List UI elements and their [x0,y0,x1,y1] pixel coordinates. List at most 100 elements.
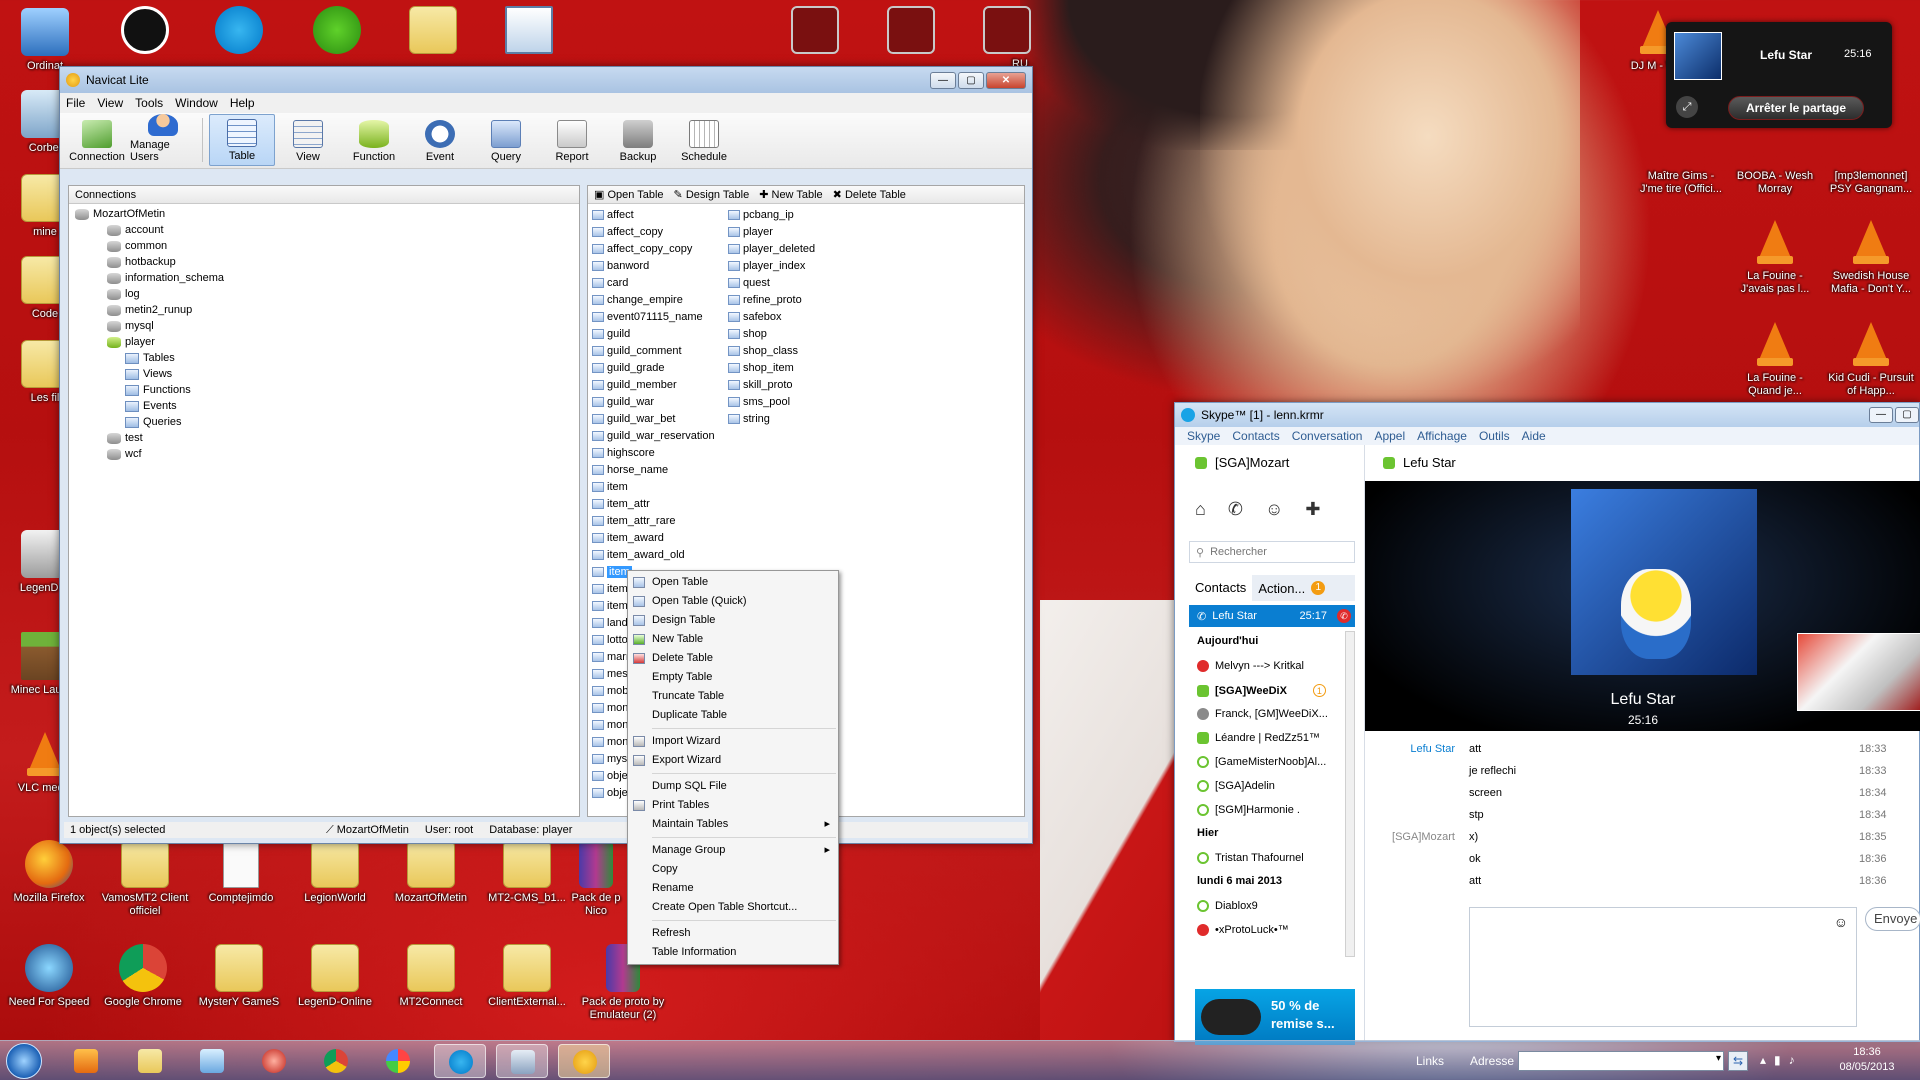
toolbar-manage-users-button[interactable]: Manage Users [130,114,196,166]
table-item[interactable]: obje [592,769,628,783]
tree-database[interactable]: metin2_runup [107,304,192,316]
desktop-icon-metin2[interactable] [866,6,956,58]
menu-item-rename[interactable]: Rename [628,879,838,898]
tray-arrow-icon[interactable]: ▴ [1760,1053,1766,1067]
menu-item-manage-group[interactable]: Manage Group [628,841,838,860]
contact-item[interactable]: [SGM]Harmonie . [1197,804,1300,816]
tab-contacts[interactable]: Contacts [1189,575,1253,601]
skype-titlebar[interactable]: Skype™ [1] - lenn.krmr — ▢ [1175,403,1919,427]
table-item[interactable]: guild_member [592,378,677,392]
tree-database[interactable]: information_schema [107,272,224,284]
contact-item[interactable]: [GameMisterNoob]Al... [1197,756,1326,768]
menu-item-open-table-quick[interactable]: Open Table (Quick) [628,592,838,611]
toolbar-function-button[interactable]: Function [341,114,407,166]
desktop-icon-fouine2[interactable]: La Fouine - Quand je... [1730,320,1820,398]
menu-item-open-table[interactable]: Open Table [628,573,838,592]
skype-maximize-button[interactable]: ▢ [1895,407,1919,423]
table-item[interactable]: lotto [592,633,628,647]
tree-object-folder[interactable]: Queries [125,416,182,428]
table-item[interactable]: item_award [592,531,664,545]
desktop-icon-window[interactable] [484,6,574,58]
desktop-icon-metin3[interactable] [962,6,1052,58]
group-icon[interactable]: ☺ [1265,499,1283,520]
table-item[interactable]: item [592,599,628,613]
tree-database[interactable]: common [107,240,167,252]
desktop-icon-booba[interactable]: BOOBA - Wesh Morray [1730,118,1820,196]
desktop-icon-legionworld[interactable]: LegionWorld [290,840,380,905]
desktop-icon-skype[interactable] [194,6,284,58]
hangup-icon[interactable]: ✆ [1337,609,1351,623]
desktop-icon-chrome[interactable]: Google Chrome [98,944,188,1009]
table-item[interactable]: event071115_name [592,310,703,324]
toolbar-schedule-button[interactable]: Schedule [671,114,737,166]
toolbar-table-button[interactable]: Table [209,114,275,166]
menu-item-design-table[interactable]: Design Table [628,611,838,630]
table-item[interactable]: banword [592,259,649,273]
contact-item[interactable]: Melvyn ---> Kritkal [1197,660,1304,672]
table-item[interactable]: mon [592,735,628,749]
new-table-action[interactable]: ✚ New Table [759,186,822,204]
desktop-icon-psy[interactable]: [mp3lemonnet] PSY Gangnam... [1826,118,1916,196]
maximize-button[interactable]: ▢ [958,71,984,89]
table-item[interactable]: item [592,565,632,579]
table-item[interactable]: card [592,276,628,290]
contact-item[interactable]: [SGA]WeeDiX 1 [1197,684,1326,697]
desktop-icon-comptejimdo[interactable]: Comptejimdo [196,840,286,905]
skype-ad[interactable]: 50 % de remise s... [1195,989,1355,1045]
table-item[interactable]: item_attr [592,497,650,511]
search-input[interactable] [1210,546,1341,558]
table-item[interactable]: sms_pool [728,395,790,409]
tab-actions[interactable]: Action... [1252,581,1311,596]
table-item[interactable]: refine_proto [728,293,802,307]
contact-scrollbar[interactable] [1345,631,1355,957]
menu-item-refresh[interactable]: Refresh [628,924,838,943]
skype-menu-skype[interactable]: Skype [1187,427,1220,445]
taskbar-media-player[interactable] [60,1044,112,1078]
table-item[interactable]: string [728,412,770,426]
menu-item-maintain-tables[interactable]: Maintain Tables [628,815,838,834]
table-item[interactable]: land [592,616,628,630]
clock[interactable]: 18:36 08/05/2013 [1832,1045,1902,1075]
home-icon[interactable]: ⌂ [1195,499,1206,520]
add-contact-icon[interactable]: ✚ [1305,499,1320,520]
table-item[interactable]: player_index [728,259,805,273]
table-item[interactable]: guild [592,327,630,341]
stop-sharing-button[interactable]: Arrêter le partage [1728,96,1864,120]
table-item[interactable]: item [592,480,628,494]
table-item[interactable]: affect [592,208,634,222]
menu-item-new-table[interactable]: New Table [628,630,838,649]
menu-help[interactable]: Help [230,96,255,110]
desktop-icon-clientexternal[interactable]: ClientExternal... [482,944,572,1009]
taskbar-explorer[interactable] [124,1044,176,1078]
go-icon[interactable]: ⇆ [1728,1051,1748,1071]
menu-item-copy[interactable]: Copy [628,860,838,879]
table-item[interactable]: highscore [592,446,655,460]
desktop-icon-kidcudi[interactable]: Kid Cudi - Pursuit of Happ... [1826,320,1916,398]
skype-search[interactable]: ⚲ [1189,541,1355,563]
taskbar-navicat[interactable] [558,1044,610,1078]
tree-database[interactable]: log [107,288,140,300]
contact-item[interactable]: Franck, [GM]WeeDiX... [1197,708,1328,720]
table-item[interactable]: item_award_old [592,548,685,562]
table-item[interactable]: quest [728,276,770,290]
share-expand-icon[interactable]: ⤢ [1676,96,1698,118]
table-item[interactable]: marr [592,650,630,664]
desktop-icon-ghost[interactable] [100,6,190,58]
taskbar-app6[interactable] [372,1044,424,1078]
open-table-action[interactable]: ▣ Open Table [594,186,664,204]
phone-icon[interactable]: ✆ [1228,499,1243,520]
table-item[interactable]: player_deleted [728,242,815,256]
tree-connection-root[interactable]: MozartOfMetin [75,208,165,220]
menu-item-import-wizard[interactable]: Import Wizard [628,732,838,751]
message-input[interactable]: ☺ [1469,907,1857,1027]
menu-item-truncate-table[interactable]: Truncate Table [628,687,838,706]
skype-menu-affichage[interactable]: Affichage [1417,427,1467,445]
menu-item-empty-table[interactable]: Empty Table [628,668,838,687]
menu-tools[interactable]: Tools [135,96,163,110]
menu-item-dump-sql-file[interactable]: Dump SQL File [628,777,838,796]
desktop-icon-leaf[interactable] [292,6,382,58]
toolbar-event-button[interactable]: Event [407,114,473,166]
table-item[interactable]: guild_grade [592,361,665,375]
skype-profile[interactable]: [SGA]Mozart [1195,455,1289,470]
tree-database[interactable]: account [107,224,164,236]
